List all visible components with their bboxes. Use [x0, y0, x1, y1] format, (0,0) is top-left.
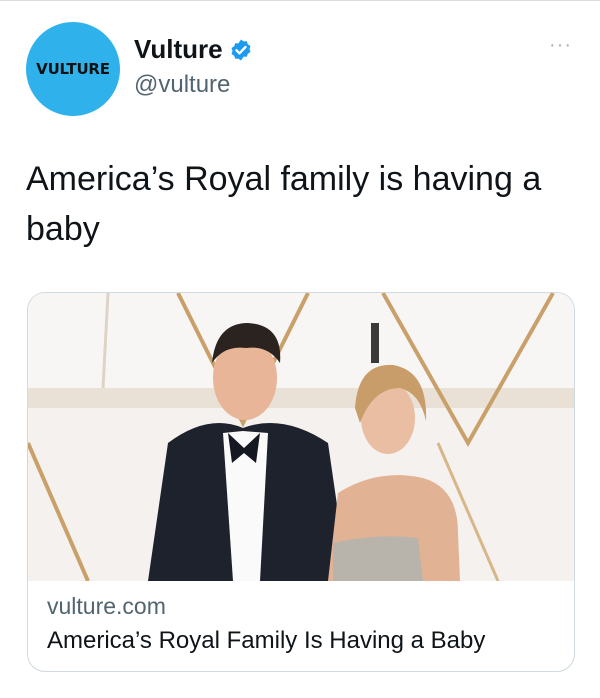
tweet-text: America’s Royal family is having a baby [26, 160, 542, 248]
avatar[interactable]: VULTURE [26, 22, 120, 116]
verified-badge-icon [231, 39, 251, 60]
card-photo-image [28, 293, 574, 581]
card-title[interactable]: America’s Royal Family Is Having a Baby [47, 627, 485, 655]
more-options-icon[interactable]: ··· [549, 35, 572, 55]
author-name-row[interactable]: Vulture [134, 34, 253, 65]
card-domain[interactable]: vulture.com [47, 593, 166, 620]
avatar-logo-text: VULTURE [36, 60, 110, 78]
author-display-name[interactable]: Vulture [134, 34, 223, 65]
top-divider [0, 0, 600, 1]
link-card[interactable]: vulture.com America’s Royal Family Is Ha… [27, 292, 575, 672]
author-handle[interactable]: @vulture [134, 71, 230, 99]
